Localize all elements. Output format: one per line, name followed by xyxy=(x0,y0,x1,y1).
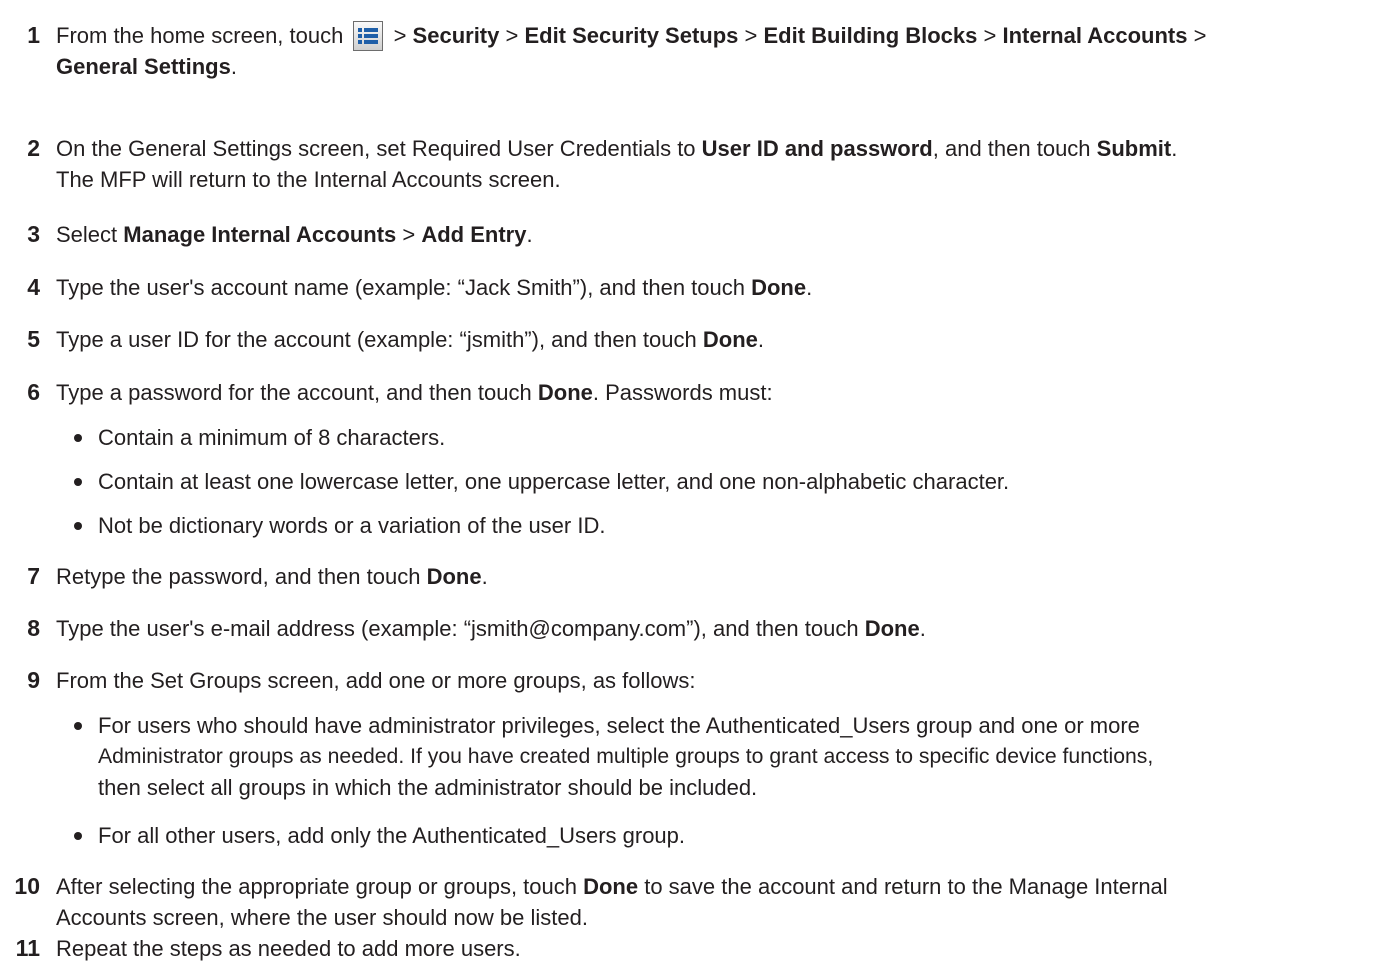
step-number: 3 xyxy=(27,221,40,247)
bullet-dot xyxy=(74,478,82,486)
step-text: Type the user's e-mail address (example:… xyxy=(56,616,926,641)
step-text: Type a user ID for the account (example:… xyxy=(56,327,764,352)
step-number: 8 xyxy=(27,615,40,641)
step-number: 6 xyxy=(27,379,40,405)
bullet-dot xyxy=(74,522,82,530)
step-number: 5 xyxy=(27,326,40,352)
menu-list-icon xyxy=(353,21,384,51)
bullet-dot xyxy=(74,434,82,442)
bullet-dot xyxy=(74,832,82,840)
step-text: After selecting the appropriate group or… xyxy=(56,874,1168,930)
document-page: 1 From the home screen, touch > Security… xyxy=(0,0,1374,961)
step-text: Type the user's account name (example: “… xyxy=(56,275,813,300)
step-number: 9 xyxy=(27,667,40,693)
step-number: 11 xyxy=(15,935,40,961)
step-number: 4 xyxy=(27,274,40,300)
step-number: 7 xyxy=(27,563,40,589)
step-number: 2 xyxy=(27,135,40,161)
step-text: From the Set Groups screen, add one or m… xyxy=(56,668,696,693)
step-number: 1 xyxy=(27,22,40,48)
step-text: On the General Settings screen, set Requ… xyxy=(56,136,1178,192)
bullet-dot xyxy=(74,722,82,730)
step-text: From the home screen, touch > Security >… xyxy=(56,21,1207,79)
step-text: Repeat the steps as needed to add more u… xyxy=(56,936,521,961)
step-text: Type a password for the account, and the… xyxy=(56,380,773,405)
step-text: Select Manage Internal Accounts > Add En… xyxy=(56,222,533,247)
step-number: 10 xyxy=(14,873,40,899)
step-text: Retype the password, and then touch Done… xyxy=(56,564,488,589)
